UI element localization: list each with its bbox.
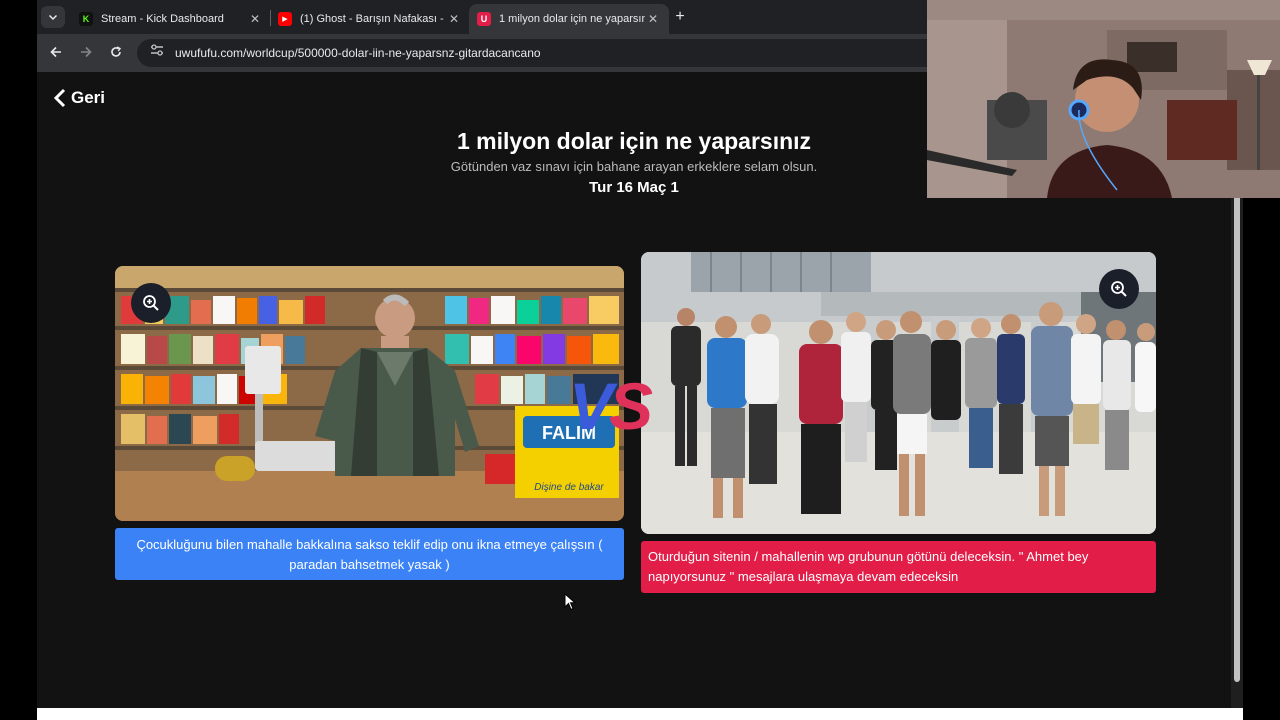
back-button[interactable] <box>45 42 67 64</box>
vs-s: S <box>609 369 653 443</box>
zoom-in-icon <box>143 295 159 311</box>
arrow-right-icon <box>81 46 92 58</box>
close-icon[interactable]: ✕ <box>247 12 263 26</box>
arrow-left-icon <box>50 46 61 58</box>
zoom-in-button[interactable] <box>131 283 171 323</box>
tab-search-button[interactable] <box>41 6 65 28</box>
chevron-left-icon <box>53 88 66 108</box>
close-icon[interactable]: ✕ <box>645 12 661 26</box>
forward-button[interactable] <box>75 42 97 64</box>
url-text: uwufufu.com/worldcup/500000-dolar-iin-ne… <box>175 46 541 60</box>
vs-v: V <box>569 369 613 443</box>
kick-favicon-icon: K <box>79 12 93 26</box>
plus-icon[interactable]: + <box>669 6 691 28</box>
tab-kick-dashboard[interactable]: K Stream - Kick Dashboard ✕ <box>71 4 271 34</box>
falim-sign-subtext: Dişine de bakar <box>534 482 604 493</box>
zoom-in-icon <box>1111 281 1127 297</box>
vs-label: VS <box>569 368 653 444</box>
webcam-overlay <box>927 0 1280 198</box>
chevron-down-icon <box>48 14 58 21</box>
close-icon[interactable]: ✕ <box>446 12 462 26</box>
tab-uwufufu[interactable]: U 1 milyon dolar için ne yaparsınız ✕ <box>469 4 669 34</box>
right-option-caption[interactable]: Oturduğun sitenin / mahallenin wp grubun… <box>641 541 1156 593</box>
left-option-caption[interactable]: Çocukluğunu bilen mahalle bakkalına saks… <box>115 528 624 580</box>
site-settings-icon[interactable] <box>147 43 167 63</box>
tab-title: 1 milyon dolar için ne yaparsınız <box>499 13 645 25</box>
uwufufu-favicon-icon: U <box>477 12 491 26</box>
youtube-favicon-icon: ▶ <box>278 12 292 26</box>
left-option-caption-text: Çocukluğunu bilen mahalle bakkalına saks… <box>136 537 603 572</box>
grocery-store-photo: FALIM Dişine de bakar <box>115 266 624 521</box>
horizontal-scrollbar[interactable] <box>37 708 1243 720</box>
back-link[interactable]: Geri <box>53 88 105 108</box>
back-label: Geri <box>71 88 106 107</box>
reload-icon <box>111 46 122 57</box>
crowd-photo <box>641 252 1156 534</box>
left-option-image[interactable]: FALIM Dişine de bakar <box>115 266 624 521</box>
mouse-cursor-icon <box>564 593 576 611</box>
zoom-in-button[interactable] <box>1099 269 1139 309</box>
reload-button[interactable] <box>105 42 127 64</box>
tab-title: (1) Ghost - Barışın Nafakası - Yo <box>300 13 446 25</box>
right-option-image[interactable] <box>641 252 1156 534</box>
right-option-caption-text: Oturduğun sitenin / mahallenin wp grubun… <box>648 549 1089 584</box>
tab-title: Stream - Kick Dashboard <box>101 13 224 25</box>
streamer-webcam-feed <box>927 0 1280 198</box>
tab-youtube[interactable]: ▶ (1) Ghost - Barışın Nafakası - Yo ✕ <box>270 4 470 34</box>
